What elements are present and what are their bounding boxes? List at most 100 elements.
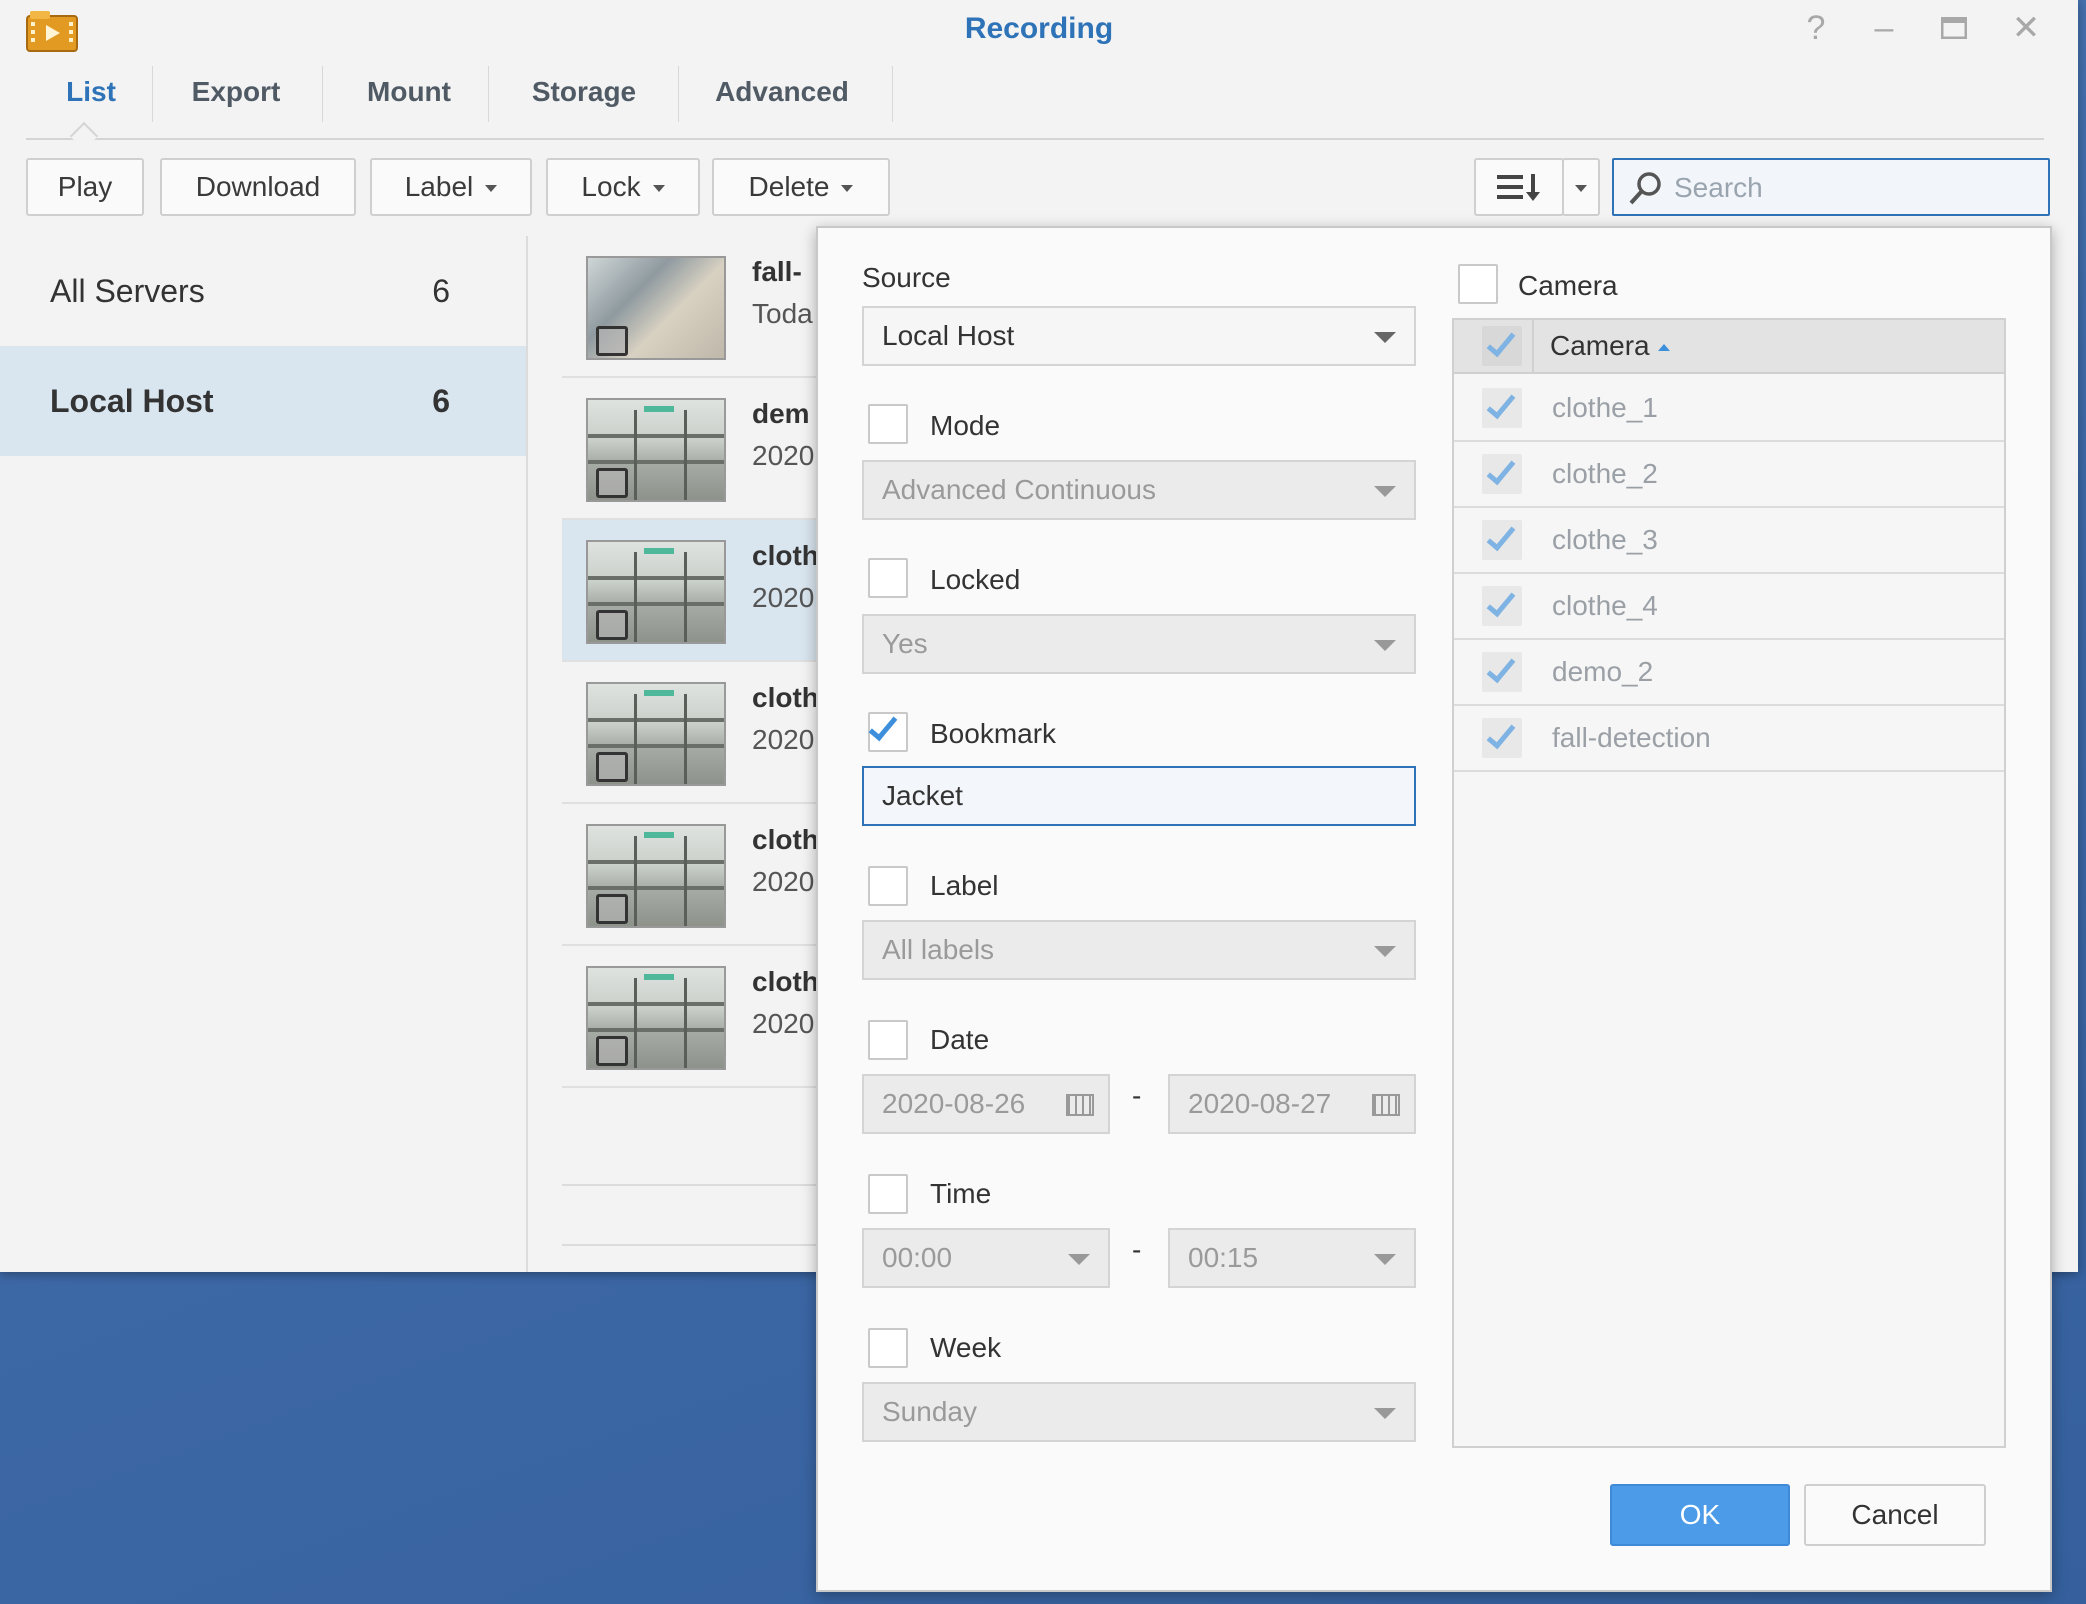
bookmark-checkbox[interactable] (868, 710, 908, 752)
time-to-value: 00:15 (1188, 1242, 1259, 1273)
lock-button-label: Lock (581, 171, 641, 202)
delete-dropdown-button[interactable]: Delete (712, 158, 890, 216)
camera-row-checkbox[interactable] (1482, 652, 1522, 692)
sidebar-item-count: 6 (432, 272, 450, 309)
table-row[interactable]: fall-detection (1454, 706, 2004, 772)
source-select[interactable]: Local Host (862, 306, 1416, 366)
checkmark-icon (1486, 652, 1516, 684)
camera-checkbox[interactable] (1458, 264, 1498, 304)
camera-row-checkbox[interactable] (1482, 586, 1522, 626)
recording-date: 2020 (752, 582, 815, 613)
camera-table: Camera clothe_1 clothe_2 clothe_3 clothe… (1452, 318, 2006, 1448)
camera-column-label: Camera (1550, 330, 1650, 361)
table-row[interactable]: clothe_2 (1454, 442, 2004, 508)
search-box[interactable] (1612, 158, 2050, 216)
label-dropdown-button[interactable]: Label (370, 158, 532, 216)
camera-name: demo_2 (1552, 656, 1654, 687)
locked-checkbox[interactable] (868, 558, 908, 598)
tab-export[interactable]: Export (156, 64, 316, 120)
label-select[interactable]: All labels (862, 920, 1416, 980)
recording-title: cloth (752, 966, 819, 997)
tab-list[interactable]: List (36, 64, 146, 120)
thumbnail-checkbox-icon (596, 894, 628, 924)
minimize-icon[interactable]: – (1864, 8, 1904, 48)
mode-checkbox[interactable] (868, 404, 908, 444)
date-label: Date (930, 1024, 990, 1055)
thumbnail-checkbox-icon (596, 468, 628, 498)
maximize-icon[interactable] (1934, 8, 1974, 48)
camera-row-checkbox[interactable] (1482, 454, 1522, 494)
date-to-field[interactable]: 2020-08-27 (1168, 1074, 1416, 1134)
locked-select[interactable]: Yes (862, 614, 1416, 674)
checkmark-icon (1486, 586, 1516, 618)
label-button-label: Label (404, 171, 474, 202)
checkmark-icon (1486, 388, 1516, 420)
checkmark-icon (1486, 454, 1516, 486)
search-input[interactable] (1674, 168, 2034, 208)
sidebar-item-local-host[interactable]: Local Host 6 (0, 346, 526, 456)
cancel-button[interactable]: Cancel (1804, 1484, 1986, 1546)
thumbnail-checkbox-icon (596, 752, 628, 782)
thumbnail-checkbox-icon (596, 326, 628, 356)
sort-button[interactable] (1474, 158, 1564, 216)
camera-row-checkbox[interactable] (1482, 520, 1522, 560)
table-row[interactable]: clothe_3 (1454, 508, 2004, 574)
date-from-field[interactable]: 2020-08-26 (862, 1074, 1110, 1134)
tab-storage[interactable]: Storage (492, 64, 676, 120)
bookmark-input[interactable] (862, 766, 1416, 826)
camera-row-checkbox[interactable] (1482, 388, 1522, 428)
tab-mount[interactable]: Mount (326, 64, 492, 120)
camera-row-checkbox[interactable] (1482, 718, 1522, 758)
recording-date: 2020 (752, 1008, 815, 1039)
date-checkbox[interactable] (868, 1020, 908, 1060)
chevron-down-icon (1374, 1254, 1396, 1265)
week-label: Week (930, 1332, 1002, 1363)
recording-title: cloth (752, 682, 819, 713)
checkmark-icon (1486, 718, 1516, 750)
play-button[interactable]: Play (26, 158, 144, 216)
recording-date: Toda (752, 298, 813, 329)
week-select[interactable]: Sunday (862, 1382, 1416, 1442)
source-select-value: Local Host (882, 320, 1015, 351)
checkmark-icon (1486, 326, 1516, 358)
locked-label: Locked (930, 564, 1021, 595)
time-checkbox[interactable] (868, 1174, 908, 1214)
sidebar-item-label: Local Host (50, 382, 214, 419)
date-from-value: 2020-08-26 (882, 1088, 1026, 1119)
chevron-down-icon (1374, 946, 1396, 957)
camera-name: fall-detection (1552, 722, 1711, 753)
download-button[interactable]: Download (160, 158, 356, 216)
select-all-cameras-checkbox[interactable] (1482, 326, 1522, 366)
chevron-down-icon (1374, 486, 1396, 497)
label-checkbox[interactable] (868, 866, 908, 906)
help-icon[interactable]: ? (1796, 8, 1836, 48)
calendar-icon[interactable] (1372, 1094, 1400, 1116)
table-row[interactable]: demo_2 (1454, 640, 2004, 706)
delete-button-label: Delete (748, 171, 830, 202)
week-checkbox[interactable] (868, 1328, 908, 1368)
tab-advanced[interactable]: Advanced (682, 64, 882, 120)
download-button-label: Download (195, 171, 321, 202)
recording-thumbnail (586, 682, 726, 786)
sidebar-item-all-servers[interactable]: All Servers 6 (0, 236, 526, 346)
camera-column-header[interactable]: Camera (1550, 330, 1670, 362)
time-from-value: 00:00 (882, 1242, 953, 1273)
recording-thumbnail (586, 966, 726, 1070)
recording-date: 2020 (752, 724, 815, 755)
sidebar-item-label: All Servers (50, 272, 205, 309)
time-from-select[interactable]: 00:00 (862, 1228, 1110, 1288)
chevron-down-icon (1575, 185, 1587, 192)
calendar-icon[interactable] (1066, 1094, 1094, 1116)
locked-select-value: Yes (882, 628, 928, 659)
time-to-select[interactable]: 00:15 (1168, 1228, 1416, 1288)
lock-dropdown-button[interactable]: Lock (546, 158, 700, 216)
close-icon[interactable]: ✕ (2006, 8, 2046, 48)
mode-select[interactable]: Advanced Continuous (862, 460, 1416, 520)
recording-thumbnail (586, 540, 726, 644)
sort-menu-button[interactable] (1562, 158, 1600, 216)
ok-button[interactable]: OK (1610, 1484, 1790, 1546)
bookmark-label: Bookmark (930, 718, 1057, 749)
camera-label: Camera (1518, 270, 1618, 301)
table-row[interactable]: clothe_1 (1454, 376, 2004, 442)
table-row[interactable]: clothe_4 (1454, 574, 2004, 640)
